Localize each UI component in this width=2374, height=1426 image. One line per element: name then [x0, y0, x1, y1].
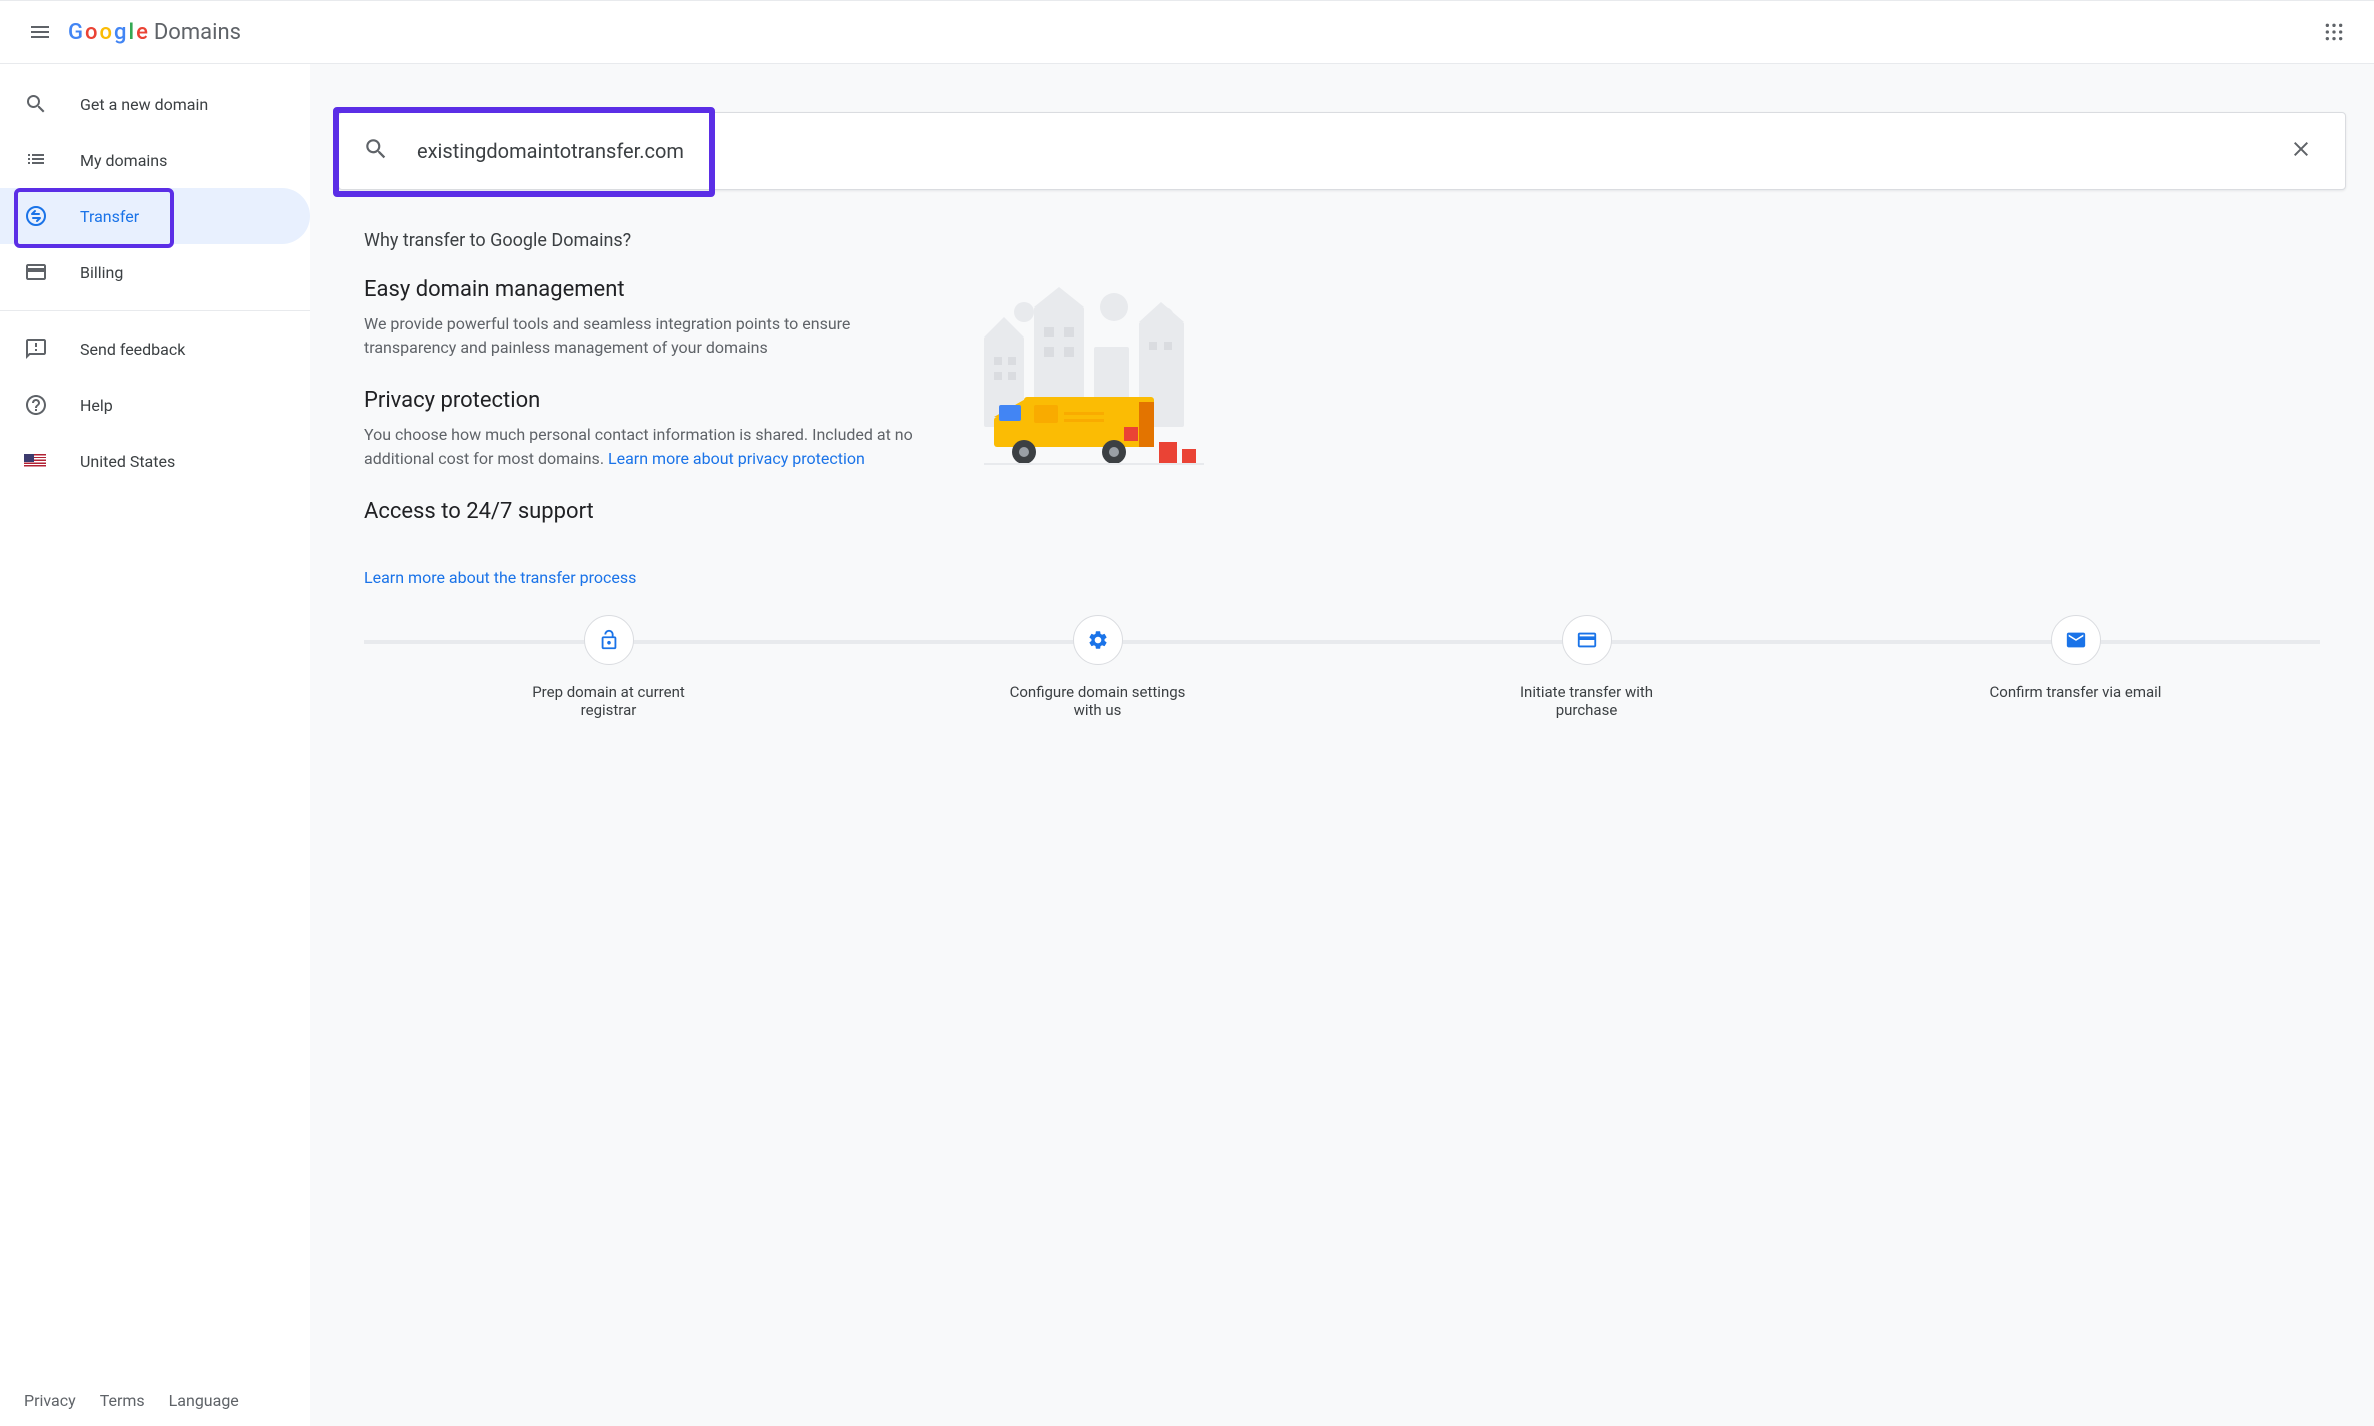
feature-title: Easy domain management — [364, 277, 924, 302]
us-flag-icon — [24, 454, 80, 468]
step-prep: Prep domain at current registrar — [364, 615, 853, 719]
email-icon — [2051, 615, 2101, 665]
feature-body: We provide powerful tools and seamless i… — [364, 312, 924, 360]
google-domains-logo[interactable]: Google Domains — [68, 20, 241, 45]
step-label: Initiate transfer with purchase — [1497, 683, 1677, 719]
gear-icon — [1073, 615, 1123, 665]
footer-terms-link[interactable]: Terms — [100, 1391, 145, 1410]
feedback-icon — [24, 337, 80, 361]
step-configure: Configure domain settings with us — [853, 615, 1342, 719]
sidebar-item-my-domains[interactable]: My domains — [0, 132, 310, 188]
sidebar: Get a new domain My domains Transfer Bil… — [0, 64, 310, 1426]
apps-grid-icon[interactable] — [2310, 8, 2358, 56]
feature-body: You choose how much personal contact inf… — [364, 423, 924, 471]
feature-title: Access to 24/7 support — [364, 499, 924, 524]
sidebar-item-send-feedback[interactable]: Send feedback — [0, 321, 310, 377]
step-label: Prep domain at current registrar — [519, 683, 699, 719]
sidebar-item-get-new-domain[interactable]: Get a new domain — [0, 76, 310, 132]
privacy-learn-more-link[interactable]: Learn more about privacy protection — [608, 449, 865, 468]
feature-support: Access to 24/7 support — [364, 499, 924, 524]
sidebar-item-locale[interactable]: United States — [0, 433, 310, 489]
learn-transfer-process-link[interactable]: Learn more about the transfer process — [364, 568, 636, 587]
domain-search-box — [338, 112, 2346, 190]
search-icon — [363, 136, 389, 166]
domain-search-input[interactable] — [417, 139, 2281, 163]
step-label: Configure domain settings with us — [1008, 683, 1188, 719]
sidebar-item-label: Billing — [80, 263, 123, 282]
transfer-steps: Prep domain at current registrar Configu… — [364, 615, 2320, 719]
sidebar-item-label: Help — [80, 396, 113, 415]
sidebar-item-label: United States — [80, 452, 175, 471]
why-heading: Why transfer to Google Domains? — [364, 230, 2320, 251]
help-icon — [24, 393, 80, 417]
credit-card-icon — [24, 260, 80, 284]
step-confirm: Confirm transfer via email — [1831, 615, 2320, 701]
list-icon — [24, 148, 80, 172]
sidebar-item-transfer[interactable]: Transfer — [0, 188, 310, 244]
search-icon — [24, 92, 80, 116]
sidebar-divider — [0, 310, 310, 311]
step-label: Confirm transfer via email — [1990, 683, 2162, 701]
footer-privacy-link[interactable]: Privacy — [24, 1391, 76, 1410]
sidebar-item-label: Transfer — [80, 207, 139, 226]
sidebar-item-label: Get a new domain — [80, 95, 208, 114]
sidebar-item-billing[interactable]: Billing — [0, 244, 310, 300]
sidebar-item-label: My domains — [80, 151, 167, 170]
sidebar-item-label: Send feedback — [80, 340, 185, 359]
feature-title: Privacy protection — [364, 388, 924, 413]
feature-privacy: Privacy protection You choose how much p… — [364, 388, 924, 471]
sidebar-item-help[interactable]: Help — [0, 377, 310, 433]
feature-easy-management: Easy domain management We provide powerf… — [364, 277, 924, 360]
header-bar: Google Domains — [0, 0, 2374, 64]
step-purchase: Initiate transfer with purchase — [1342, 615, 1831, 719]
lock-open-icon — [584, 615, 634, 665]
main-content: Why transfer to Google Domains? Easy dom… — [310, 64, 2374, 1426]
transfer-icon — [24, 204, 80, 228]
moving-truck-illustration — [964, 287, 1224, 487]
clear-icon[interactable] — [2281, 129, 2321, 173]
credit-card-icon — [1562, 615, 1612, 665]
logo-product-name: Domains — [154, 20, 241, 45]
footer-language-link[interactable]: Language — [169, 1391, 239, 1410]
menu-icon[interactable] — [16, 8, 64, 56]
sidebar-footer: Privacy Terms Language — [0, 1375, 310, 1426]
